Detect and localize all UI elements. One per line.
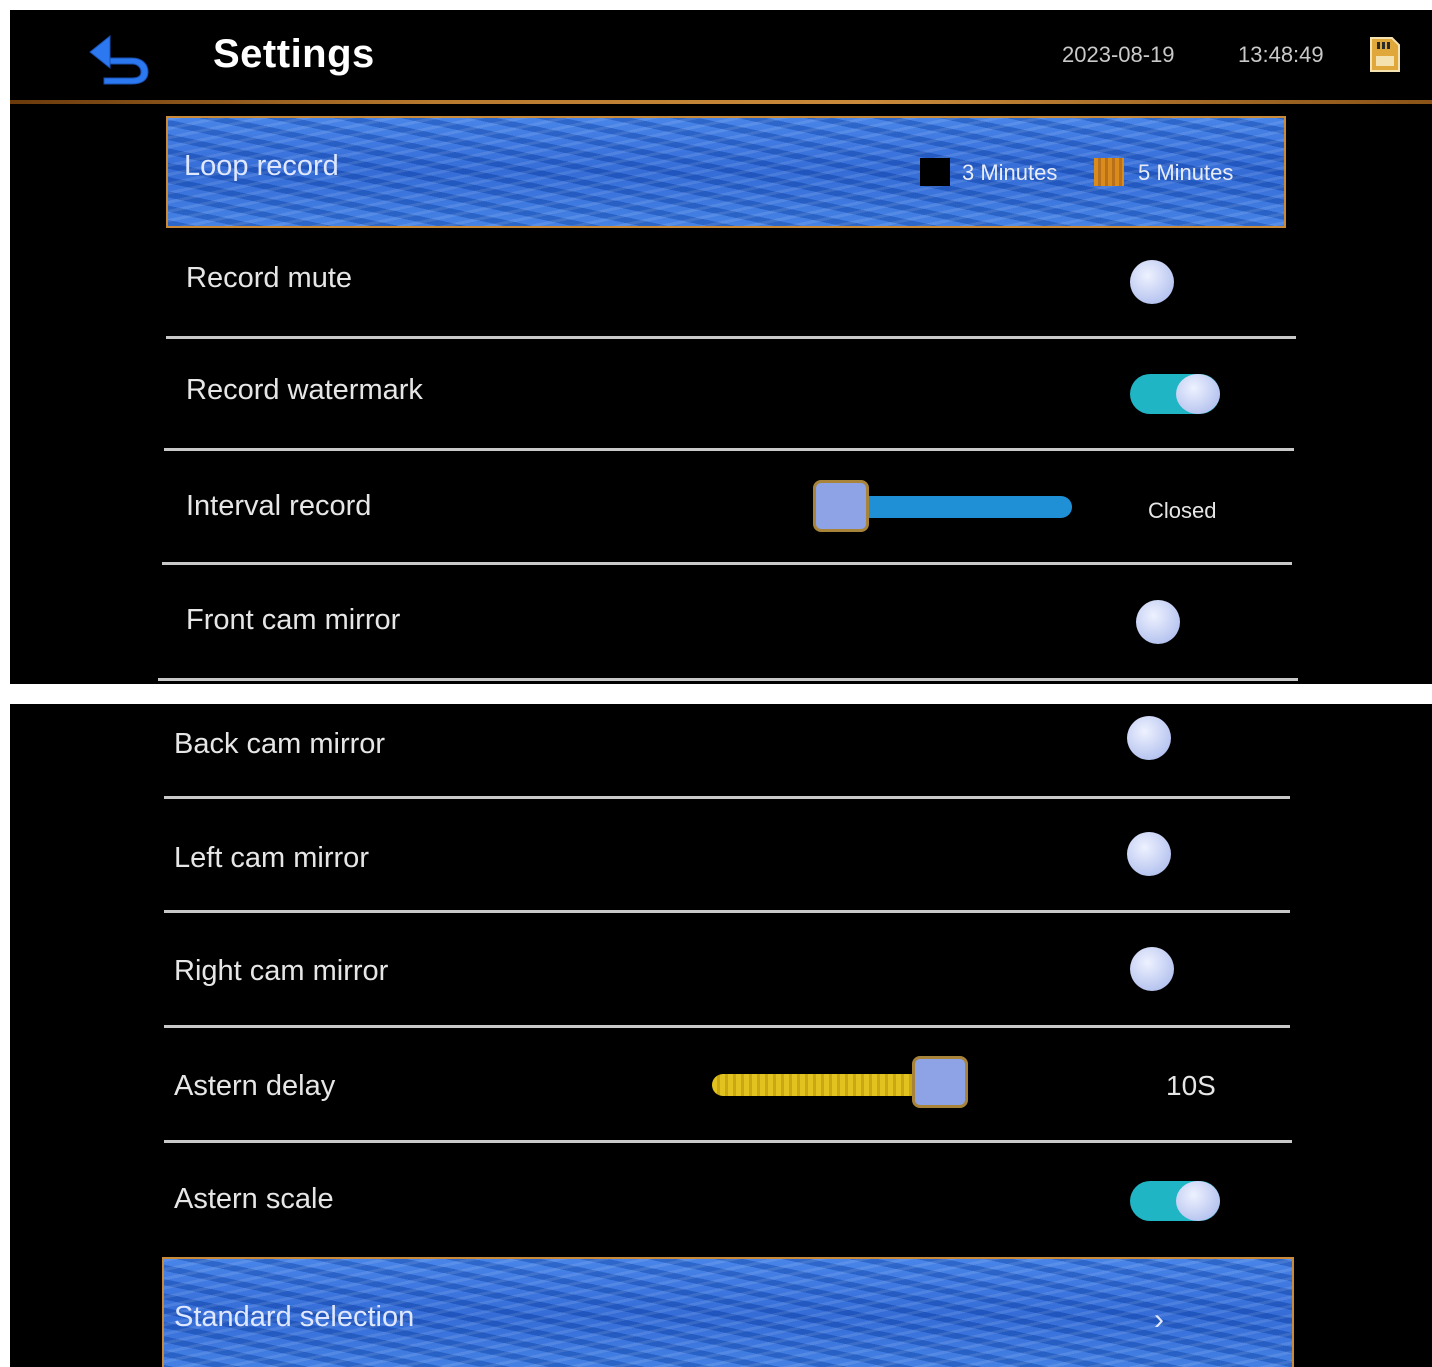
row-divider [164,796,1290,799]
row-divider [164,1140,1292,1143]
setting-label: Record mute [186,262,353,294]
setting-row-record-watermark[interactable]: Record watermark [160,340,1300,452]
astern-scale-toggle[interactable] [1130,1181,1220,1221]
setting-row-interval-record[interactable]: Interval record Closed [160,452,1300,566]
option-5-minutes-radio[interactable] [1094,158,1124,186]
astern-delay-value: 10S [1166,1070,1216,1101]
sd-card-icon [1370,37,1400,72]
date-display: 2023-08-19 [1062,42,1175,67]
setting-label: Astern scale [174,1183,334,1215]
setting-label: Record watermark [186,374,423,406]
row-divider [166,336,1296,339]
setting-label: Left cam mirror [174,842,369,874]
setting-row-back-cam-mirror[interactable]: Back cam mirror [160,704,1300,802]
front-cam-mirror-toggle[interactable] [1136,600,1180,644]
setting-label: Loop record [184,150,339,182]
setting-row-right-cam-mirror[interactable]: Right cam mirror [160,917,1300,1032]
astern-delay-slider-thumb[interactable] [912,1056,968,1108]
row-divider [158,678,1298,681]
right-cam-mirror-toggle[interactable] [1130,947,1174,991]
setting-label: Interval record [186,490,372,522]
back-arrow-icon[interactable] [82,28,160,88]
option-3-minutes-label: 3 Minutes [962,160,1058,185]
toggle-thumb [1176,374,1220,414]
chevron-right-icon: › [1154,1303,1164,1336]
settings-panel-top: Settings 2023-08-19 13:48:49 Loop record… [10,10,1432,684]
setting-row-astern-delay[interactable]: Astern delay 10S [160,1032,1300,1147]
row-divider [164,448,1294,451]
option-3-minutes-radio[interactable] [920,158,950,186]
header-divider [10,100,1432,104]
header-bar: Settings 2023-08-19 13:48:49 [10,10,1432,102]
back-cam-mirror-toggle[interactable] [1127,716,1171,760]
setting-row-front-cam-mirror[interactable]: Front cam mirror [158,566,1300,684]
toggle-thumb [1176,1181,1220,1221]
time-display: 13:48:49 [1238,42,1324,67]
page-title: Settings [213,32,375,76]
setting-row-astern-scale[interactable]: Astern scale [160,1147,1300,1257]
row-divider [162,562,1292,565]
setting-label: Back cam mirror [174,728,386,760]
option-5-minutes-label: 5 Minutes [1138,160,1234,185]
row-divider [164,910,1290,913]
astern-delay-slider-track[interactable] [712,1074,922,1096]
setting-label: Front cam mirror [186,604,401,636]
setting-row-record-mute[interactable]: Record mute [160,228,1300,340]
interval-record-slider-thumb[interactable] [813,480,869,532]
setting-row-loop-record[interactable]: Loop record 3 Minutes 5 Minutes [166,116,1286,228]
record-watermark-toggle[interactable] [1130,374,1220,414]
row-divider [164,1025,1290,1028]
settings-panel-bottom: Back cam mirror Left cam mirror Right ca… [10,704,1432,1367]
left-cam-mirror-toggle[interactable] [1127,832,1171,876]
record-mute-toggle[interactable] [1130,260,1174,304]
setting-label: Right cam mirror [174,955,389,987]
interval-record-value: Closed [1148,498,1217,523]
setting-label: Standard selection [174,1301,415,1333]
setting-row-standard-selection[interactable]: Standard selection › [162,1257,1294,1367]
setting-label: Astern delay [174,1070,336,1102]
setting-row-left-cam-mirror[interactable]: Left cam mirror [160,802,1300,917]
